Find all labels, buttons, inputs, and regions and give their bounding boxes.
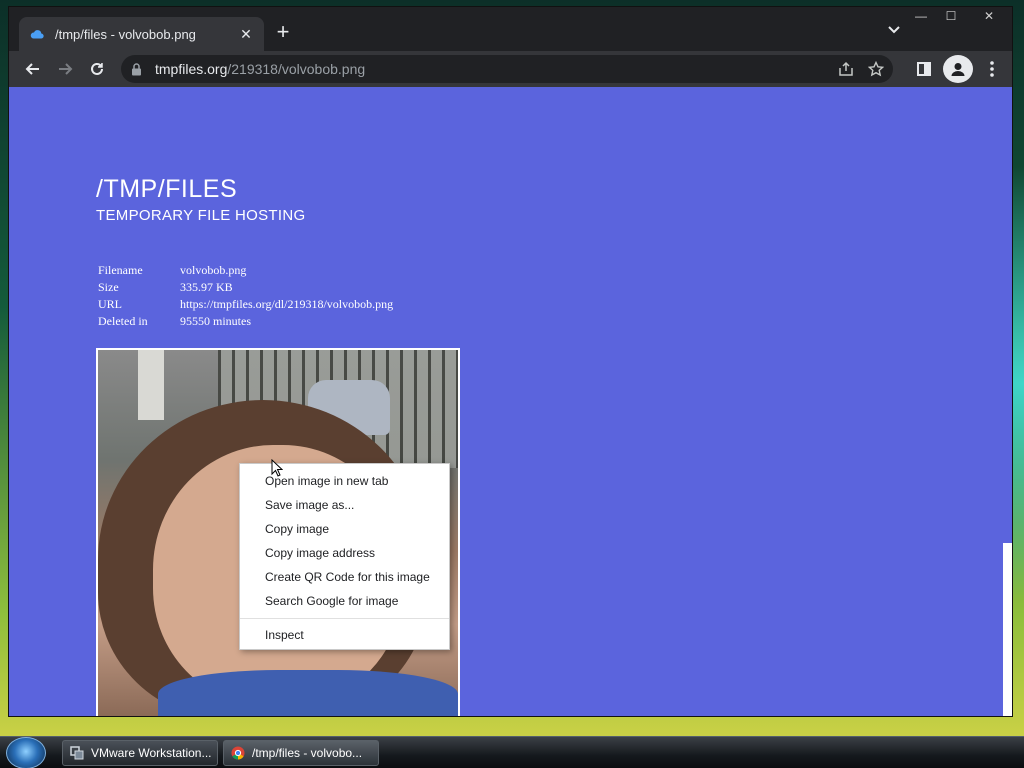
info-value: 95550 minutes <box>180 314 251 328</box>
browser-tab[interactable]: /tmp/files - volvobob.png ✕ <box>19 17 264 51</box>
info-label: URL <box>98 297 122 311</box>
photo-shirt <box>158 670 458 716</box>
tab-title: /tmp/files - volvobob.png <box>55 26 196 42</box>
context-menu: Open image in new tab Save image as... C… <box>239 463 450 650</box>
side-panel-icon[interactable] <box>909 55 939 83</box>
menu-search-google-image[interactable]: Search Google for image <box>240 589 449 613</box>
menu-copy-image[interactable]: Copy image <box>240 517 449 541</box>
info-label: Size <box>98 280 119 294</box>
back-arrow-icon[interactable] <box>17 55 49 83</box>
menu-create-qr-code[interactable]: Create QR Code for this image <box>240 565 449 589</box>
forward-arrow-icon[interactable] <box>49 55 81 83</box>
vmware-icon <box>69 745 85 761</box>
menu-copy-image-address[interactable]: Copy image address <box>240 541 449 565</box>
bookmark-star-icon[interactable] <box>865 59 887 79</box>
file-info-row: Filename volvobob.png <box>98 262 393 279</box>
chrome-icon <box>230 745 246 761</box>
info-value: https://tmpfiles.org/dl/219318/volvobob.… <box>180 297 394 311</box>
photo-pillar <box>138 350 164 420</box>
kebab-menu-icon[interactable] <box>977 55 1007 83</box>
file-info-row: Deleted in 95550 minutes <box>98 313 393 330</box>
maximize-button[interactable]: ☐ <box>936 7 966 25</box>
browser-window: /tmp/files - volvobob.png ✕ + — ☐ ✕ tmpf… <box>8 6 1013 717</box>
window-controls: — ☐ ✕ <box>906 7 1012 27</box>
profile-avatar-icon[interactable] <box>943 55 973 83</box>
new-tab-button[interactable]: + <box>271 21 295 45</box>
taskbar-item-chrome[interactable]: /tmp/files - volvobo... <box>223 740 379 766</box>
tab-strip: /tmp/files - volvobob.png ✕ + — ☐ ✕ <box>9 7 1012 51</box>
mouse-cursor-icon <box>271 459 283 477</box>
tab-search-chevron-icon[interactable] <box>885 23 903 41</box>
taskbar: VMware Workstation... /tmp/files - volvo… <box>0 736 1024 768</box>
close-window-button[interactable]: ✕ <box>966 7 1012 25</box>
page-viewport: /TMP/FILES TEMPORARY FILE HOSTING Filena… <box>9 87 1003 716</box>
minimize-button[interactable]: — <box>906 7 936 25</box>
taskbar-item-label: /tmp/files - volvobo... <box>252 746 363 760</box>
menu-save-image-as[interactable]: Save image as... <box>240 493 449 517</box>
url-host: tmpfiles.org <box>155 61 228 77</box>
page-title: /TMP/FILES <box>96 175 238 203</box>
taskbar-item-vmware[interactable]: VMware Workstation... <box>62 740 218 766</box>
url-path: /219318/volvobob.png <box>227 61 366 77</box>
info-label: Filename <box>98 263 143 277</box>
menu-inspect[interactable]: Inspect <box>240 623 449 647</box>
cloud-favicon-icon <box>29 26 45 42</box>
info-label: Deleted in <box>98 314 148 328</box>
share-icon[interactable] <box>835 59 857 79</box>
taskbar-item-label: VMware Workstation... <box>91 746 212 760</box>
start-button-icon[interactable] <box>6 737 46 768</box>
tab-close-icon[interactable]: ✕ <box>238 26 254 42</box>
info-value: volvobob.png <box>180 263 247 277</box>
page-scrollbar[interactable] <box>1003 87 1012 716</box>
info-value: 335.97 KB <box>180 280 233 294</box>
file-info-row: Size 335.97 KB <box>98 279 393 296</box>
reload-icon[interactable] <box>81 55 113 83</box>
menu-separator <box>240 618 449 619</box>
lock-icon[interactable] <box>131 62 149 76</box>
page-subtitle: TEMPORARY FILE HOSTING <box>96 207 306 224</box>
scrollbar-thumb[interactable] <box>1003 543 1012 716</box>
address-bar[interactable]: tmpfiles.org/219318/volvobob.png <box>121 55 893 83</box>
browser-toolbar: tmpfiles.org/219318/volvobob.png <box>9 51 1012 87</box>
file-info-table: Filename volvobob.png Size 335.97 KB URL… <box>98 262 393 330</box>
file-info-row: URL https://tmpfiles.org/dl/219318/volvo… <box>98 296 393 313</box>
